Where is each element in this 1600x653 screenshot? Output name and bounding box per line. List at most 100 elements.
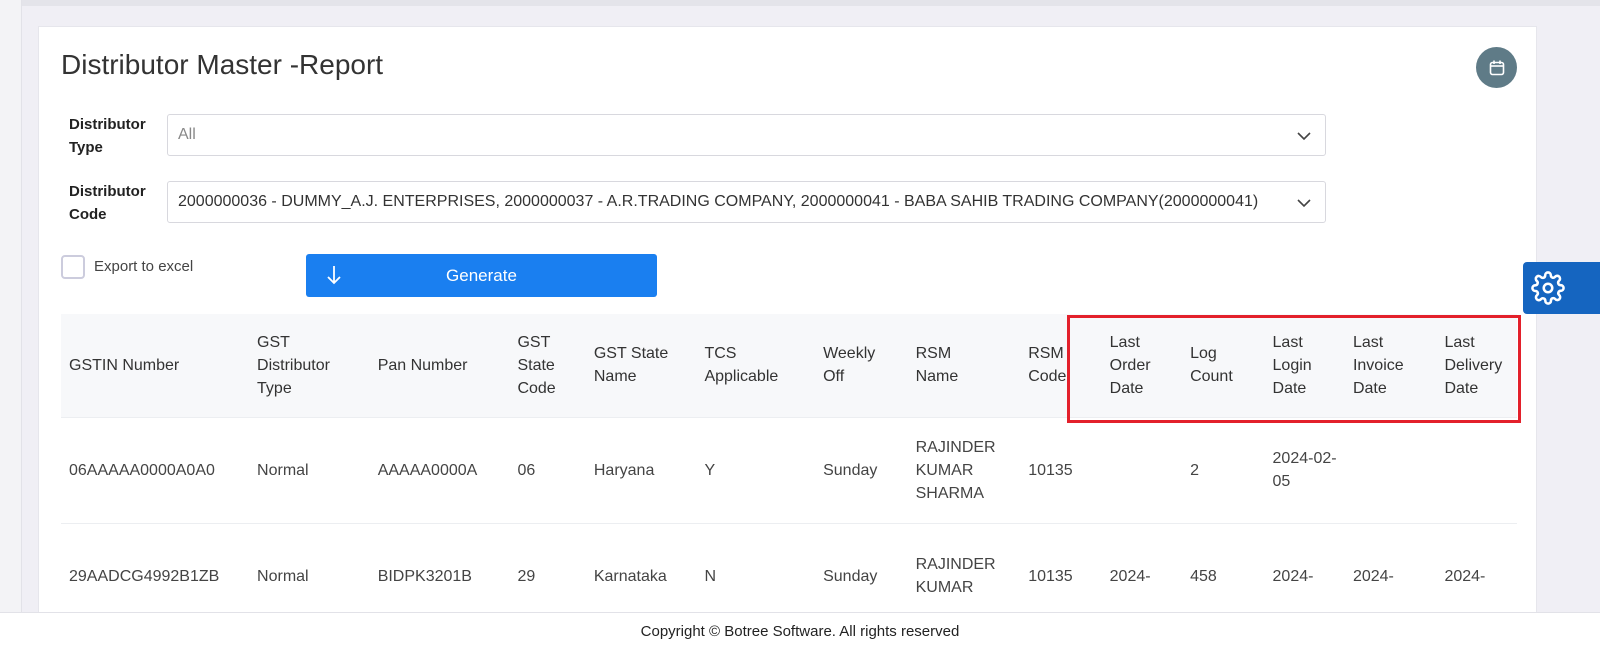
export-to-excel-label[interactable]: Export to excel bbox=[94, 258, 193, 275]
header-line: GSTIN Number bbox=[69, 356, 180, 374]
table-cell: 06 bbox=[509, 416, 586, 523]
table-cell: Haryana bbox=[585, 416, 697, 523]
column-header: RSM Name bbox=[907, 314, 1021, 417]
generate-label: Generate bbox=[446, 265, 517, 285]
arrow-down-icon bbox=[327, 266, 341, 285]
header-line: Date bbox=[1109, 379, 1144, 397]
table-cell: RAJINDER KUMAR bbox=[907, 522, 1021, 625]
header-line: Date bbox=[1352, 379, 1387, 397]
header-line: Date bbox=[1272, 379, 1307, 397]
distributor-type-label: Distributor Type bbox=[69, 113, 146, 159]
table-cell: 2024-02-05 bbox=[1264, 416, 1345, 523]
column-header: GST State Code bbox=[509, 314, 586, 417]
table-cell: 29AADCG4992B1ZB bbox=[61, 522, 250, 625]
calendar-icon bbox=[1489, 60, 1504, 75]
table-cell: 29 bbox=[509, 522, 586, 625]
table-cell: BIDPK3201B bbox=[369, 522, 510, 625]
column-header: Last Login Date bbox=[1264, 314, 1345, 417]
table-cell: 10135 bbox=[1020, 416, 1102, 523]
header-line: Distributor bbox=[257, 356, 330, 374]
header-line: State bbox=[517, 356, 555, 374]
page-title: Distributor Master -Report bbox=[61, 49, 384, 80]
settings-button[interactable] bbox=[1523, 262, 1600, 314]
column-header: Log Count bbox=[1182, 314, 1265, 417]
column-header: TCS Applicable bbox=[696, 314, 816, 417]
select-value: 2000000036 - DUMMY_A.J. ENTERPRISES, 200… bbox=[178, 193, 1259, 210]
label-line: Code bbox=[69, 206, 107, 223]
table-row[interactable]: 29AADCG4992B1ZB Normal BIDPK3201B 29 Karnata… bbox=[61, 522, 1517, 625]
table-cell: Sunday bbox=[815, 522, 908, 625]
table-cell: Normal bbox=[249, 522, 370, 625]
header-line: Applicable bbox=[704, 368, 779, 386]
copyright-text: Copyright © Botree Software. All rights … bbox=[640, 623, 960, 640]
table-cell bbox=[1344, 416, 1437, 523]
header-line: Weekly bbox=[823, 345, 876, 363]
report-card: Distributor Master -Report Distributor Ty… bbox=[38, 26, 1537, 626]
table-row[interactable]: 06AAAAA0000A0A0 Normal AAAAA0000A 06 Haryana… bbox=[61, 416, 1517, 523]
table-cell: Karnataka bbox=[585, 522, 697, 625]
header-line: Pan Number bbox=[377, 356, 468, 374]
distributor-code-label: Distributor Code bbox=[69, 180, 146, 226]
header-line: Login bbox=[1272, 356, 1312, 374]
label-line: Type bbox=[69, 139, 103, 156]
header-line: GST State bbox=[593, 345, 669, 363]
column-header: Pan Number bbox=[369, 314, 510, 417]
column-header: Weekly Off bbox=[815, 314, 908, 417]
header-line: Last bbox=[1352, 333, 1384, 351]
chevron-down-icon bbox=[1297, 199, 1311, 208]
column-header: Last Invoice Date bbox=[1344, 314, 1437, 417]
header-line: Count bbox=[1190, 368, 1233, 386]
header-line: Name bbox=[915, 368, 959, 386]
header-line: Last bbox=[1444, 333, 1475, 351]
top-bar bbox=[22, 0, 1600, 6]
footer: Copyright © Botree Software. All rights … bbox=[0, 612, 1600, 653]
header-line: Code bbox=[517, 379, 556, 397]
select-value: All bbox=[178, 126, 196, 143]
table-cell bbox=[1436, 416, 1517, 523]
gear-icon bbox=[1531, 271, 1565, 305]
table-cell: Y bbox=[696, 416, 816, 523]
export-to-excel-checkbox[interactable] bbox=[61, 255, 85, 279]
header-line: Invoice bbox=[1352, 356, 1404, 374]
table-cell: 2024- bbox=[1436, 522, 1517, 625]
calendar-button[interactable] bbox=[1476, 47, 1517, 88]
table-cell: 458 bbox=[1182, 522, 1265, 625]
header-line: Off bbox=[823, 368, 845, 386]
header-line: RSM bbox=[1028, 345, 1064, 363]
header-line: Date bbox=[1444, 379, 1479, 397]
header-line: GST bbox=[257, 333, 290, 351]
header-line: RSM bbox=[915, 345, 952, 363]
table-header-row: GSTIN Number GST Distributor Type Pan Number… bbox=[61, 314, 1517, 417]
column-header: Last Delivery Date bbox=[1436, 314, 1517, 417]
distributor-type-select[interactable]: All bbox=[167, 114, 1326, 156]
column-header: Last Order Date bbox=[1101, 314, 1183, 417]
table-cell: 2024- bbox=[1101, 522, 1183, 625]
header-line: Delivery bbox=[1444, 356, 1503, 374]
table-cell: RAJINDER KUMAR SHARMA bbox=[907, 416, 1021, 523]
header-line: Type bbox=[257, 379, 292, 397]
table-cell: Sunday bbox=[815, 416, 908, 523]
table-cell: 06AAAAA0000A0A0 bbox=[61, 416, 250, 523]
table-cell: 10135 bbox=[1020, 522, 1102, 625]
chevron-down-icon bbox=[1297, 132, 1311, 141]
left-edge bbox=[0, 0, 22, 653]
header-line: Code bbox=[1028, 368, 1067, 386]
distributor-code-select[interactable]: 2000000036 - DUMMY_A.J. ENTERPRISES, 200… bbox=[167, 181, 1326, 223]
report-table: GSTIN Number GST Distributor Type Pan Number… bbox=[61, 314, 1517, 625]
table-cell: AAAAA0000A bbox=[369, 416, 510, 523]
header-line: Log bbox=[1190, 345, 1217, 363]
label-line: Distributor bbox=[69, 183, 146, 200]
column-header: RSM Code bbox=[1020, 314, 1102, 417]
column-header: GST Distributor Type bbox=[249, 314, 370, 417]
header-line: Name bbox=[593, 368, 637, 386]
table-cell: N bbox=[696, 522, 816, 625]
header-line: TCS bbox=[704, 345, 737, 363]
table-cell: 2024- bbox=[1264, 522, 1345, 625]
table-cell bbox=[1101, 416, 1183, 523]
table-cell: Normal bbox=[249, 416, 370, 523]
column-header: GST State Name bbox=[585, 314, 697, 417]
header-line: Order bbox=[1109, 356, 1151, 374]
header-line: Last bbox=[1109, 333, 1140, 351]
generate-button[interactable]: Generate bbox=[306, 254, 657, 297]
column-header: GSTIN Number bbox=[61, 314, 250, 417]
